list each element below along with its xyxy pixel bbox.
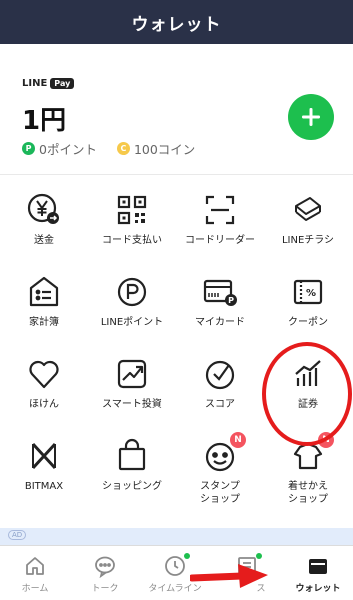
notification-dot	[256, 553, 262, 559]
svg-text:%: %	[306, 288, 316, 299]
bitmax-icon	[24, 436, 64, 476]
service-label: スタンプ ショップ	[200, 481, 240, 505]
service-line-flyer[interactable]: LINEチラシ	[264, 190, 352, 260]
service-sticker-shop[interactable]: N スタンプ ショップ	[176, 432, 264, 506]
svg-text:P: P	[228, 296, 234, 305]
page-title: ウォレット	[131, 14, 222, 35]
service-line-point[interactable]: LINEポイント	[88, 272, 176, 342]
service-theme-shop[interactable]: N 着せかえ ショップ	[264, 432, 352, 506]
service-label: ほけん	[29, 399, 59, 410]
service-score[interactable]: スコア	[176, 354, 264, 424]
qr-code-icon	[112, 190, 152, 230]
add-money-button[interactable]	[288, 94, 334, 140]
service-coupon[interactable]: % クーポン	[264, 272, 352, 342]
annotation-arrow-icon	[190, 564, 268, 588]
service-my-card[interactable]: P マイカード	[176, 272, 264, 342]
service-label: マイカード	[195, 317, 245, 328]
coupon-icon: %	[288, 272, 328, 312]
tab-home[interactable]: ホーム	[0, 546, 70, 600]
pay-balance: 1円	[22, 106, 67, 136]
bottom-tab-bar: ホーム トーク タイムライン ス ウォレット	[0, 545, 353, 600]
household-book-icon	[24, 272, 64, 312]
app-header: ウォレット	[0, 0, 353, 44]
service-label: スコア	[205, 399, 235, 410]
plus-icon	[302, 108, 320, 126]
points-value[interactable]: 0ポイント	[39, 139, 97, 158]
service-send[interactable]: 送金	[0, 190, 88, 260]
smart-invest-icon	[112, 354, 152, 394]
service-label: クーポン	[288, 317, 328, 328]
service-shopping[interactable]: ショッピング	[88, 436, 176, 506]
service-smart-invest[interactable]: スマート投資	[88, 354, 176, 424]
service-code-reader[interactable]: コードリーダー	[176, 190, 264, 260]
heart-icon	[24, 354, 64, 394]
score-icon	[200, 354, 240, 394]
line-pay-card[interactable]: LINE Pay 1円 P 0ポイント C 100コイン	[0, 44, 353, 174]
tab-talk[interactable]: トーク	[70, 546, 140, 600]
service-label: コード支払い	[102, 235, 162, 246]
section-divider	[0, 174, 353, 175]
coins-value[interactable]: 100コイン	[134, 139, 195, 158]
notification-dot	[184, 553, 190, 559]
home-icon	[23, 554, 47, 578]
service-label: 着せかえ ショップ	[288, 481, 328, 505]
service-label: スマート投資	[102, 399, 162, 410]
service-label: 送金	[34, 235, 54, 246]
service-label: コードリーダー	[185, 235, 255, 246]
service-bitmax[interactable]: BITMAX	[0, 436, 88, 506]
service-label: 家計簿	[29, 317, 59, 328]
code-reader-icon	[200, 190, 240, 230]
tab-label: トーク	[91, 584, 119, 594]
shopping-bag-icon	[112, 436, 152, 476]
line-pay-logo: LINE Pay	[22, 78, 75, 89]
flyer-icon	[288, 190, 328, 230]
service-label: LINEポイント	[100, 317, 164, 328]
sticker-shop-icon: N	[200, 432, 246, 476]
service-label: LINEチラシ	[281, 235, 335, 246]
tab-label: ホーム	[21, 584, 49, 594]
service-household-book[interactable]: 家計簿	[0, 272, 88, 342]
coin-icon: C	[116, 142, 130, 155]
tab-label: ウォレット	[295, 584, 341, 594]
ad-label: AD	[8, 530, 27, 540]
my-card-icon: P	[200, 272, 240, 312]
annotation-highlight-circle	[262, 342, 352, 446]
wallet-icon	[306, 554, 330, 578]
chat-icon	[93, 554, 117, 579]
service-label: BITMAX	[24, 481, 64, 492]
service-code-payment[interactable]: コード支払い	[88, 190, 176, 260]
service-label: ショッピング	[102, 481, 162, 492]
tab-wallet[interactable]: ウォレット	[283, 546, 353, 600]
service-insurance[interactable]: ほけん	[0, 354, 88, 424]
point-icon	[112, 272, 152, 312]
yen-send-icon	[24, 190, 64, 230]
point-icon: P	[22, 142, 35, 155]
new-badge: N	[230, 432, 246, 448]
points-row: P 0ポイント C 100コイン	[22, 139, 195, 158]
clock-icon	[163, 553, 190, 578]
